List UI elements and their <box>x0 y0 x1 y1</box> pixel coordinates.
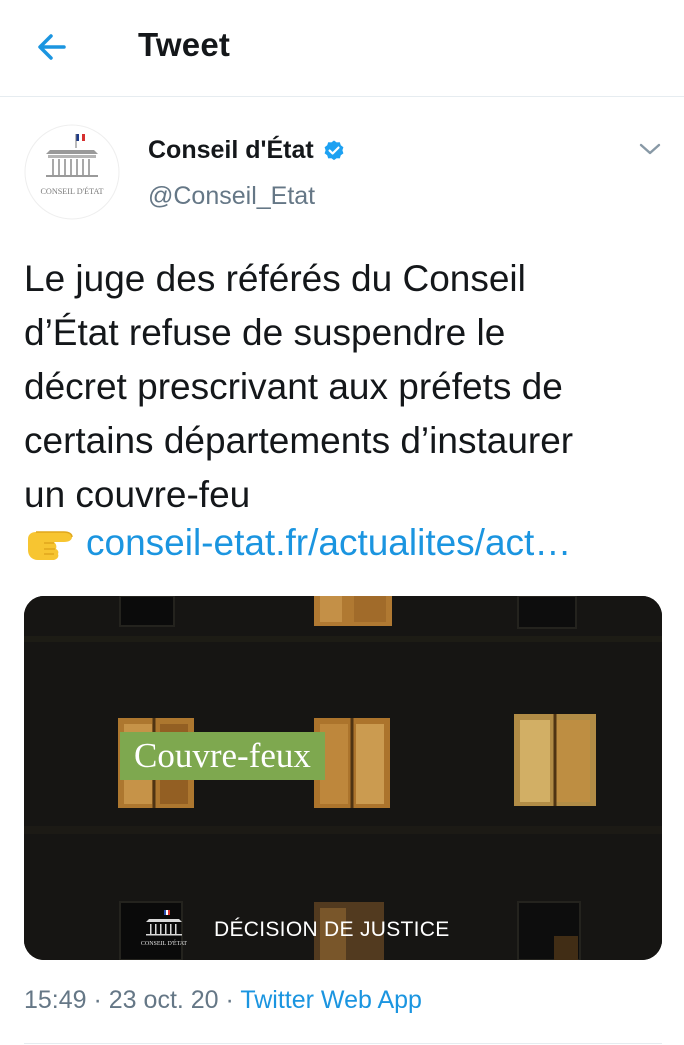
tweet-link-row: conseil-etat.fr/actualites/act… <box>24 520 571 566</box>
meta-separator: · <box>86 986 109 1014</box>
display-name[interactable]: Conseil d'État <box>148 136 346 165</box>
media-title: Couvre-feux <box>120 732 325 780</box>
arrow-left-icon <box>38 34 66 60</box>
tweet-text-line: un couvre-feu <box>24 474 251 515</box>
tweet-text-line: décret prescrivant aux préfets de <box>24 366 563 407</box>
more-options-button[interactable] <box>636 138 664 160</box>
media-caption: DÉCISION DE JUSTICE <box>214 918 450 941</box>
backhand-index-pointing-right-icon <box>28 531 73 560</box>
tweet-text: Le juge des référés du Conseil d’État re… <box>24 252 664 522</box>
tweet-media[interactable]: Couvre-feux CONSEIL D'ÉTAT DÉCISION DE J… <box>24 596 662 960</box>
tweet-link[interactable]: conseil-etat.fr/actualites/act… <box>86 522 571 564</box>
meta-separator: · <box>218 986 241 1014</box>
tweet-meta: 15:49 · 23 oct. 20 · Twitter Web App <box>24 986 422 1015</box>
account-handle[interactable]: @Conseil_Etat <box>148 182 315 211</box>
verified-badge-icon <box>324 140 344 160</box>
tweet-text-line: d’État refuse de suspendre le <box>24 312 506 353</box>
divider <box>24 1043 662 1044</box>
page-title: Tweet <box>138 26 231 63</box>
media-logo-label: CONSEIL D'ÉTAT <box>141 939 188 947</box>
tweet-source-link[interactable]: Twitter Web App <box>240 986 422 1014</box>
avatar[interactable]: CONSEIL D'ÉTAT <box>24 124 120 220</box>
conseil-etat-logo-icon: CONSEIL D'ÉTAT <box>141 910 188 947</box>
top-bar: Tweet <box>0 0 684 97</box>
tweet-time: 15:49 <box>24 986 87 1014</box>
chevron-down-icon <box>639 143 661 155</box>
avatar-label: CONSEIL D'ÉTAT <box>40 186 103 196</box>
tweet-text-line: certains départements d’instaurer <box>24 420 574 461</box>
tweet-date: 23 oct. 20 <box>108 986 219 1014</box>
back-button[interactable] <box>34 28 72 66</box>
tweet-text-line: Le juge des référés du Conseil <box>24 258 526 299</box>
display-name-text: Conseil d'État <box>148 136 314 164</box>
